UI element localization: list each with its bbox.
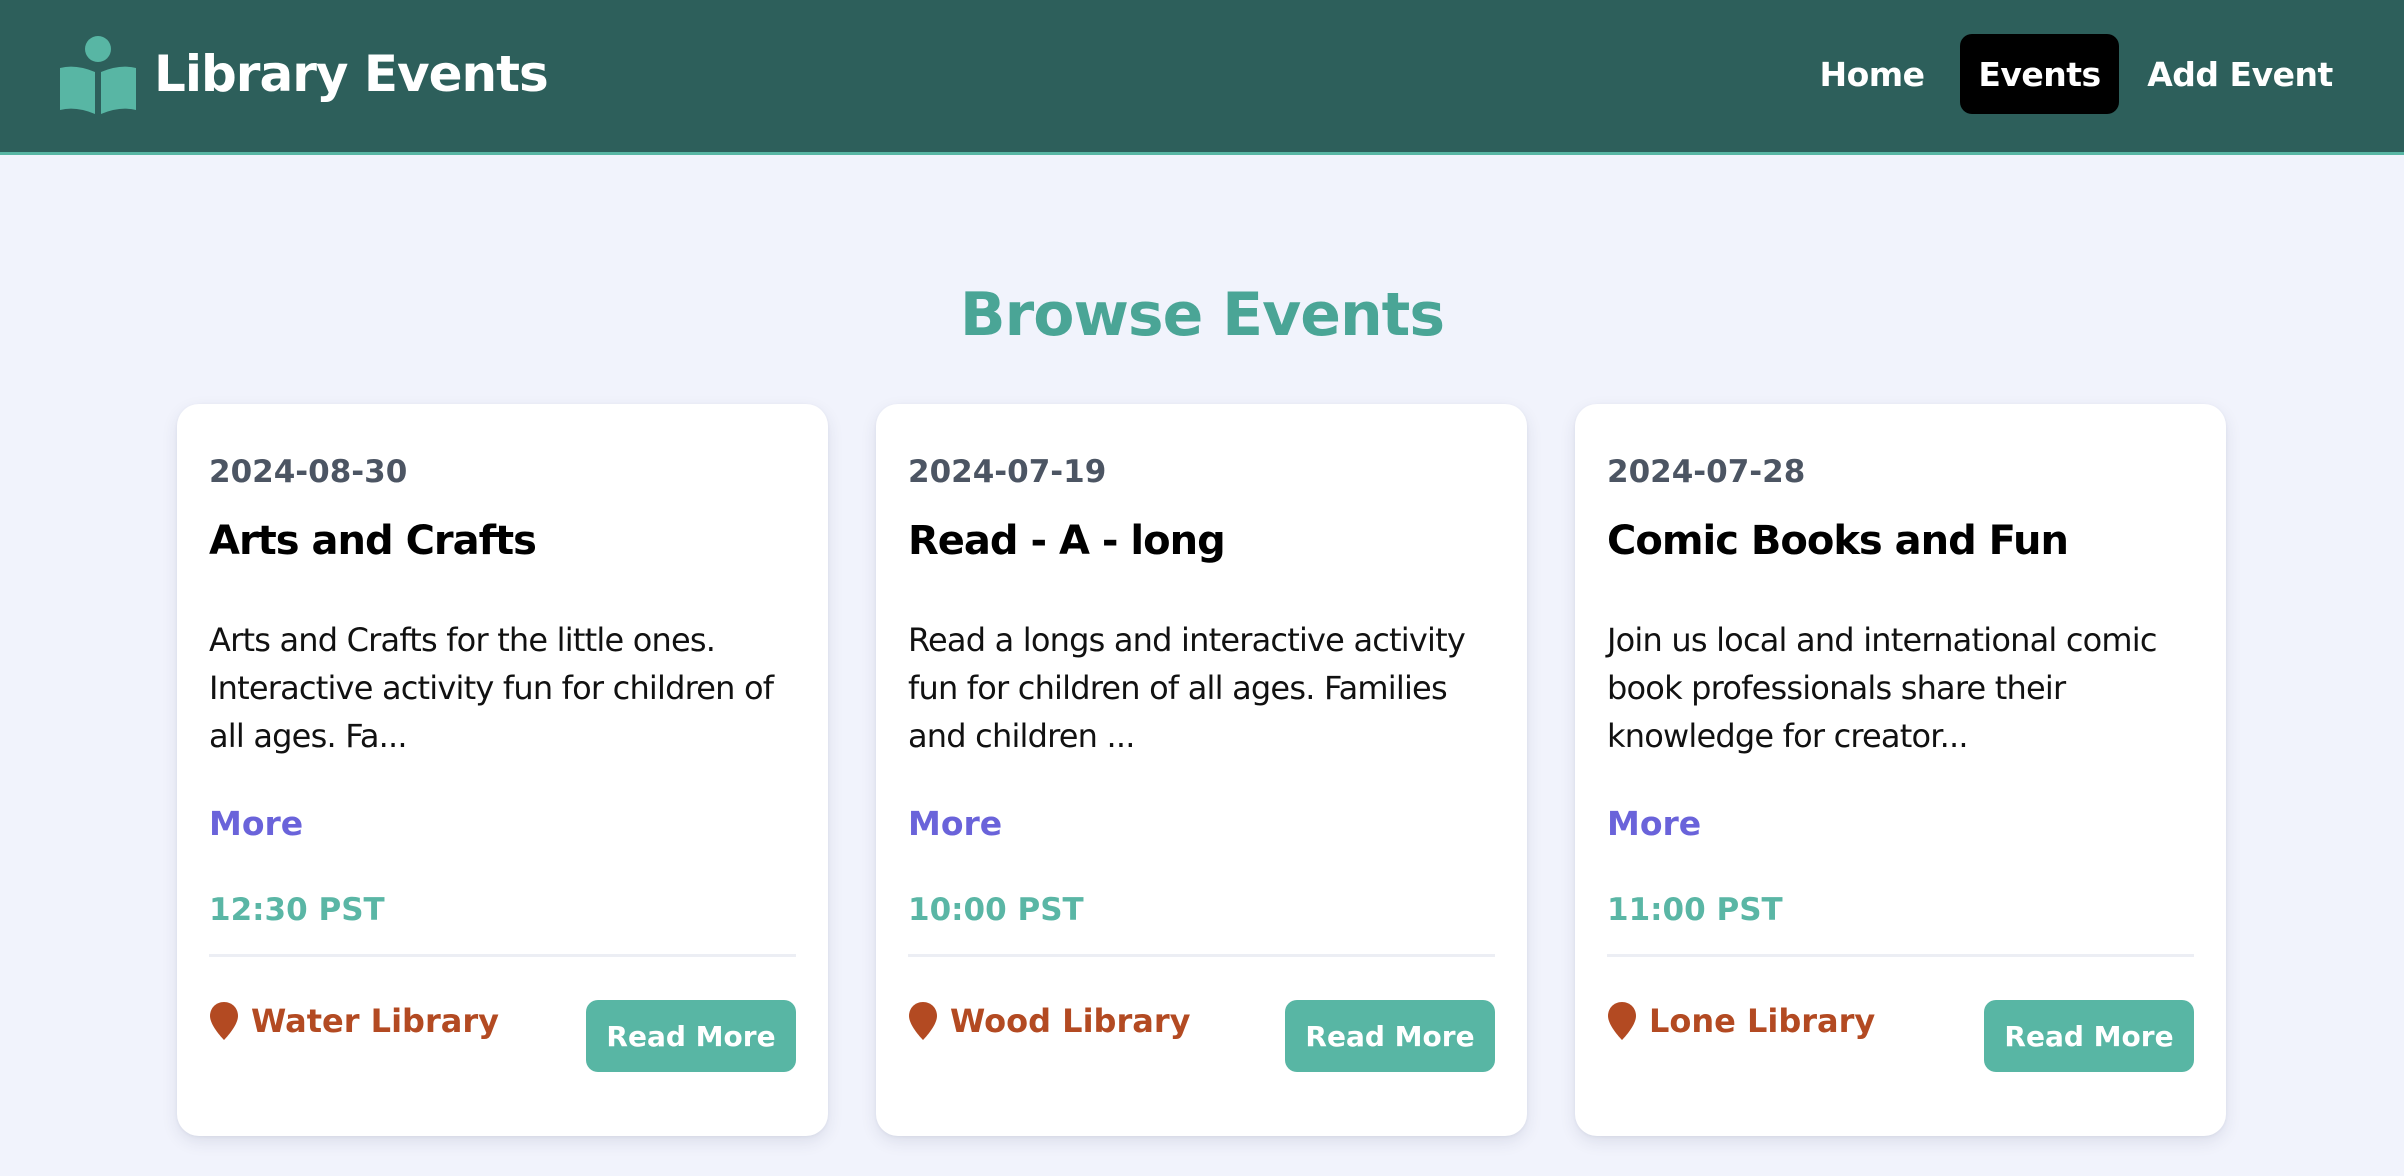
event-title: Arts and Crafts [209, 518, 537, 564]
map-pin-icon [909, 1002, 937, 1040]
event-more-link[interactable]: More [908, 804, 1002, 843]
nav-home-link[interactable]: Home [1812, 34, 1932, 114]
card-divider [908, 954, 1495, 957]
event-more-link[interactable]: More [1607, 804, 1701, 843]
nav-events-link[interactable]: Events [1960, 34, 2119, 114]
map-pin-icon [1608, 1002, 1636, 1040]
event-location: Wood Library [908, 996, 1190, 1046]
event-title: Comic Books and Fun [1607, 518, 2069, 564]
event-description: Arts and Crafts for the little ones. Int… [209, 621, 774, 755]
event-card: 2024-07-19 Read - A - long Read a longs … [876, 404, 1527, 1136]
event-date: 2024-07-19 [908, 454, 1107, 490]
event-location-name: Wood Library [950, 1002, 1191, 1040]
event-time: 11:00 PST [1607, 892, 1783, 928]
nav-add-event-link[interactable]: Add Event [2140, 34, 2340, 114]
event-description: Join us local and international comic bo… [1607, 621, 2157, 755]
event-more-link[interactable]: More [209, 804, 303, 843]
brand-title: Library Events [154, 45, 549, 103]
event-date: 2024-07-28 [1607, 454, 1806, 490]
card-divider [1607, 954, 2194, 957]
event-location-name: Lone Library [1649, 1002, 1876, 1040]
map-pin-icon [210, 1002, 238, 1040]
read-more-button[interactable]: Read More [1285, 1000, 1495, 1072]
event-description: Read a longs and interactive activity fu… [908, 621, 1466, 755]
event-card: 2024-08-30 Arts and Crafts Arts and Craf… [177, 404, 828, 1136]
brand[interactable]: Library Events [56, 32, 549, 116]
page-title: Browse Events [959, 280, 1445, 350]
reader-book-icon [60, 36, 136, 114]
event-location: Water Library [209, 996, 499, 1046]
event-card: 2024-07-28 Comic Books and Fun Join us l… [1575, 404, 2226, 1136]
read-more-button[interactable]: Read More [1984, 1000, 2194, 1072]
event-location-name: Water Library [251, 1002, 499, 1040]
event-time: 10:00 PST [908, 892, 1084, 928]
read-more-button[interactable]: Read More [586, 1000, 796, 1072]
event-time: 12:30 PST [209, 892, 385, 928]
event-date: 2024-08-30 [209, 454, 408, 490]
card-divider [209, 954, 796, 957]
event-location: Lone Library [1607, 996, 1875, 1046]
event-title: Read - A - long [908, 518, 1226, 564]
top-navbar: Library Events Home Events Add Event [0, 0, 2404, 155]
